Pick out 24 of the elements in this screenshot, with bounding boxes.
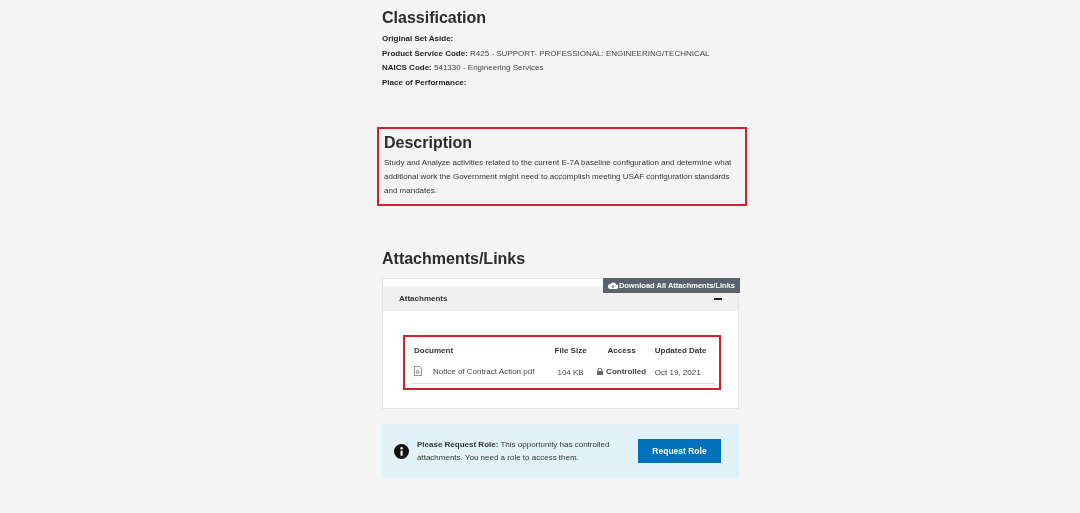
access-text: Controlled xyxy=(606,367,647,376)
field-line: Original Set Aside: xyxy=(382,33,455,45)
info-icon xyxy=(394,443,409,459)
section-heading: Classification xyxy=(382,9,488,27)
collapse-icon[interactable] xyxy=(714,297,722,300)
table-cell: Oct 19, 2021 xyxy=(654,367,701,377)
panel-title[interactable]: Attachments xyxy=(399,294,448,303)
lock-icon xyxy=(597,368,604,375)
table-cell: 104 KB xyxy=(557,367,584,377)
column-header: Document xyxy=(414,345,454,355)
document-link[interactable]: Notice of Contract Action.pdf xyxy=(433,366,535,376)
column-header: Access xyxy=(607,345,636,355)
field-line: Product Service Code: R425 - SUPPORT- PROFESSIONAL: ENGINEERING/TECHNICAL xyxy=(382,47,711,59)
field-line: Place of Performance: xyxy=(382,76,468,88)
section-heading: Description xyxy=(384,134,473,152)
notice-text: Please Request Role: This opportunity has controlled attachments. You need a role to access them. xyxy=(417,439,611,464)
column-header: Updated Date xyxy=(654,345,707,355)
column-header: File Size xyxy=(554,345,587,355)
section-heading: Attachments/Links xyxy=(382,250,527,268)
description-text: Study and Analyze activities related to the current E-7A baseline configuration and determine what additional work the Government might need to accomplish meeting USAF configuration standards and mandates. xyxy=(384,157,733,197)
document-icon xyxy=(414,366,422,376)
field-line: NAICS Code: 541330 - Engineering Services xyxy=(382,62,545,74)
cloud-download-icon xyxy=(607,282,618,289)
request-role-button[interactable]: Request Role xyxy=(638,439,721,463)
